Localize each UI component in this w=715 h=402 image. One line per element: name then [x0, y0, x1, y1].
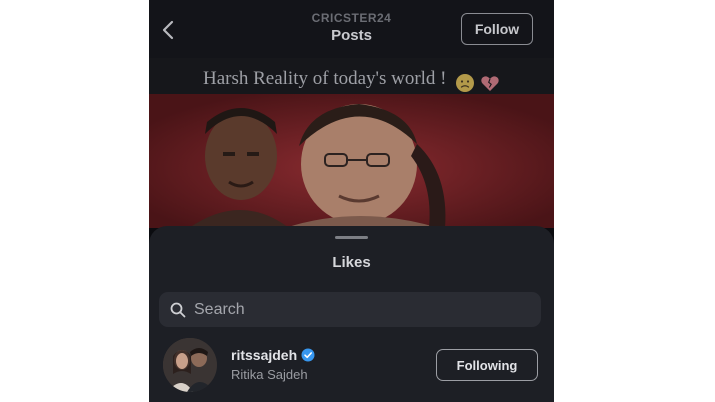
post-caption: Harsh Reality of today's world !: [149, 68, 554, 93]
sheet-drag-handle[interactable]: [335, 236, 368, 239]
sad-face-emoji: [456, 73, 475, 92]
avatar[interactable]: [163, 338, 217, 392]
following-button[interactable]: Following: [436, 349, 538, 381]
likes-sheet: Likes rit: [149, 226, 554, 402]
username-line: ritssajdeh: [231, 347, 315, 363]
sheet-title: Likes: [332, 254, 371, 271]
search-icon: [170, 302, 186, 317]
top-bar: CRICSTER24 Posts Follow: [149, 0, 554, 58]
post-photo-illustration: [149, 94, 554, 228]
post-image[interactable]: [149, 94, 554, 228]
list-item[interactable]: ritssajdeh Ritika Sajdeh Following: [149, 336, 554, 396]
username[interactable]: ritssajdeh: [231, 347, 297, 363]
post[interactable]: Harsh Reality of today's world !: [149, 58, 554, 228]
full-name: Ritika Sajdeh: [231, 367, 308, 382]
follow-button[interactable]: Follow: [461, 13, 533, 45]
verified-badge-icon: [301, 348, 315, 362]
post-caption-text: Harsh Reality of today's world !: [202, 68, 447, 89]
search-input[interactable]: [192, 299, 516, 320]
broken-heart-emoji: [481, 76, 499, 91]
search-bar[interactable]: [159, 292, 541, 327]
avatar-photo: [163, 338, 217, 392]
phone-screen: CRICSTER24 Posts Follow Harsh Reality of…: [149, 0, 554, 402]
